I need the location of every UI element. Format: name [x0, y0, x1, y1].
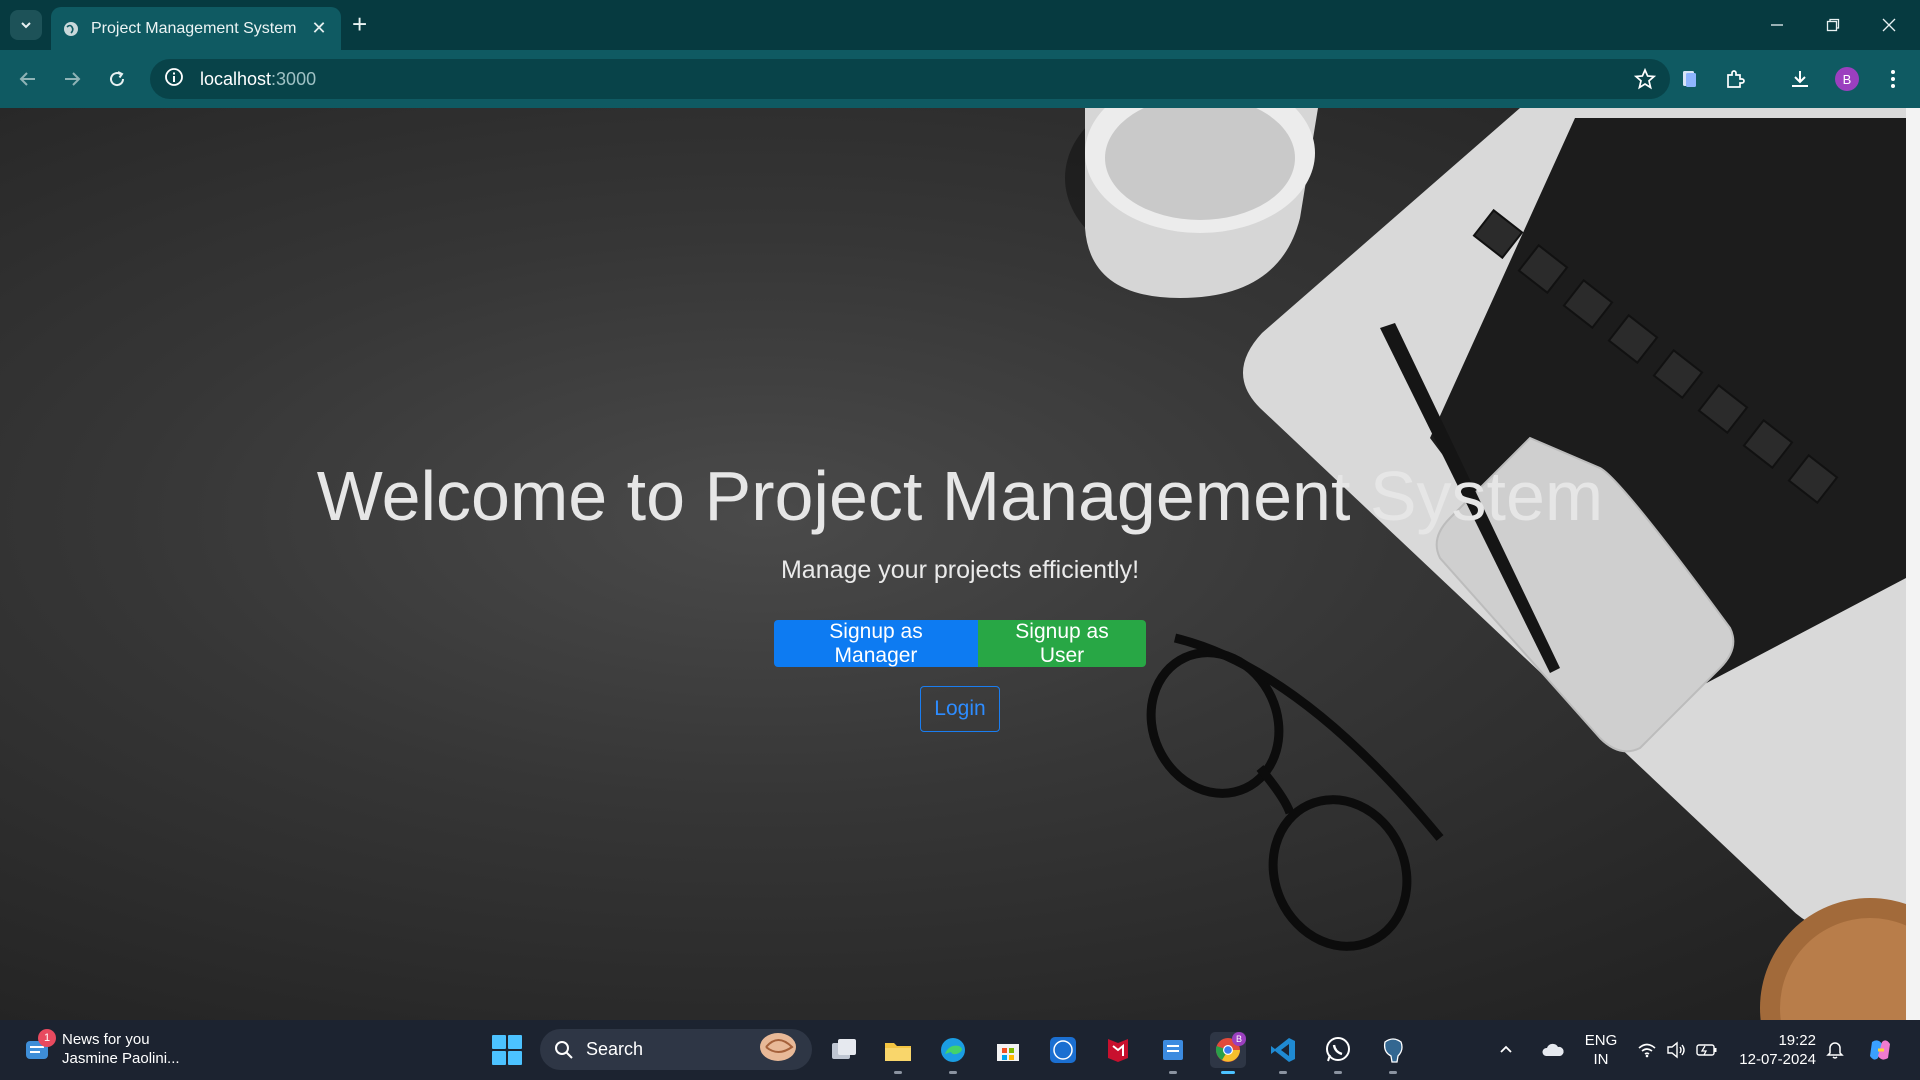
- battery-icon[interactable]: [1690, 1032, 1724, 1068]
- tab-title: Project Management System: [91, 19, 297, 37]
- search-icon: [555, 1040, 573, 1059]
- address-bar[interactable]: localhost:3000: [150, 59, 1670, 99]
- vscode-icon[interactable]: [1265, 1032, 1301, 1074]
- url-host: localhost: [200, 68, 272, 89]
- clock-time: 19:22: [1778, 1032, 1816, 1049]
- clock[interactable]: 19:22 12-07-2024: [1730, 1031, 1816, 1069]
- new-tab-button[interactable]: +: [352, 11, 367, 37]
- notepad-icon[interactable]: [1155, 1032, 1191, 1074]
- running-indicator: [949, 1071, 957, 1074]
- chrome-browser-icon[interactable]: B: [1210, 1032, 1246, 1074]
- search-label: Search: [586, 1039, 644, 1059]
- running-indicator: [1334, 1071, 1342, 1074]
- page-title: Welcome to Project Management System: [316, 457, 1604, 535]
- microsoft-store-icon[interactable]: [990, 1032, 1026, 1068]
- whatsapp-icon[interactable]: [1320, 1032, 1356, 1074]
- cork-coaster-image: [1760, 898, 1906, 1020]
- news-badge: 1: [38, 1029, 56, 1047]
- more-menu-icon[interactable]: [1878, 64, 1908, 94]
- edge-browser-icon[interactable]: [935, 1032, 971, 1074]
- extensions-puzzle-icon[interactable]: [1720, 64, 1750, 94]
- reload-icon[interactable]: [102, 64, 132, 94]
- minimize-icon[interactable]: [1754, 10, 1800, 40]
- back-arrow-icon[interactable]: [13, 64, 43, 94]
- login-button[interactable]: Login: [920, 686, 1000, 732]
- page-viewport: Welcome to Project Management System Man…: [0, 108, 1906, 1020]
- region-code: IN: [1593, 1051, 1609, 1068]
- chevron-down-icon: [21, 22, 31, 29]
- eyeglasses-image: [1146, 633, 1444, 951]
- page-subtitle: Manage your projects efficiently!: [780, 556, 1140, 584]
- news-subtitle: Jasmine Paolini...: [62, 1050, 180, 1067]
- signup-manager-button[interactable]: Signup as Manager: [774, 620, 978, 667]
- language-code: ENG: [1584, 1032, 1618, 1049]
- task-view-icon[interactable]: [826, 1032, 862, 1068]
- onedrive-cloud-icon[interactable]: [1535, 1032, 1571, 1068]
- taskbar-search-box[interactable]: Search: [540, 1029, 812, 1070]
- profile-avatar[interactable]: B: [1832, 64, 1862, 94]
- volume-icon[interactable]: [1659, 1032, 1693, 1068]
- start-windows-icon[interactable]: [492, 1035, 522, 1065]
- dell-app-icon[interactable]: [1045, 1032, 1081, 1068]
- running-indicator: [894, 1071, 902, 1074]
- close-tab-icon[interactable]: ✕: [309, 18, 329, 39]
- news-widget-icon: 1: [24, 1029, 56, 1063]
- tab-search-button[interactable]: [10, 10, 42, 40]
- close-window-icon[interactable]: [1866, 10, 1912, 40]
- coffee-cup-image: [1065, 108, 1318, 298]
- running-indicator: [1389, 1071, 1397, 1074]
- download-icon[interactable]: [1785, 64, 1815, 94]
- news-widget[interactable]: 1 News for you Jasmine Paolini...: [24, 1029, 180, 1068]
- active-indicator: [1221, 1071, 1235, 1074]
- url-port: :3000: [271, 68, 317, 89]
- page-scrollbar[interactable]: [1906, 108, 1920, 1020]
- file-explorer-icon[interactable]: [880, 1032, 916, 1074]
- browser-toolbar: localhost:3000 B: [0, 50, 1920, 108]
- site-info-icon[interactable]: [164, 67, 184, 92]
- browser-tab-strip: Project Management System ✕ +: [0, 0, 1920, 50]
- mcafee-icon[interactable]: [1100, 1032, 1136, 1068]
- bookmark-star-icon[interactable]: [1634, 68, 1656, 90]
- copilot-icon[interactable]: [1862, 1032, 1898, 1068]
- chrome-profile-badge: B: [1232, 1032, 1246, 1046]
- news-title: News for you: [62, 1031, 150, 1048]
- running-indicator: [1169, 1071, 1177, 1074]
- signup-button-group: Signup as Manager Signup as User: [774, 620, 1146, 667]
- clock-date: 12-07-2024: [1739, 1051, 1816, 1068]
- url-text: localhost:3000: [200, 69, 316, 90]
- language-indicator[interactable]: ENG IN: [1580, 1031, 1622, 1069]
- globe-icon: [63, 21, 79, 37]
- show-hidden-icons-chevron-icon[interactable]: [1494, 1032, 1518, 1068]
- windows-taskbar: 1 News for you Jasmine Paolini... Search: [0, 1020, 1920, 1080]
- signup-user-button[interactable]: Signup as User: [978, 620, 1146, 667]
- forward-arrow-icon[interactable]: [57, 64, 87, 94]
- restore-icon[interactable]: [1810, 10, 1856, 40]
- tab-project-management-system[interactable]: Project Management System ✕: [51, 7, 341, 50]
- search-highlight-shell-icon: [756, 1031, 798, 1068]
- notification-bell-icon[interactable]: [1818, 1032, 1852, 1068]
- running-indicator: [1279, 1071, 1287, 1074]
- postgresql-icon[interactable]: [1375, 1032, 1411, 1074]
- reading-mode-icon[interactable]: [1675, 64, 1705, 94]
- profile-initial: B: [1835, 67, 1859, 91]
